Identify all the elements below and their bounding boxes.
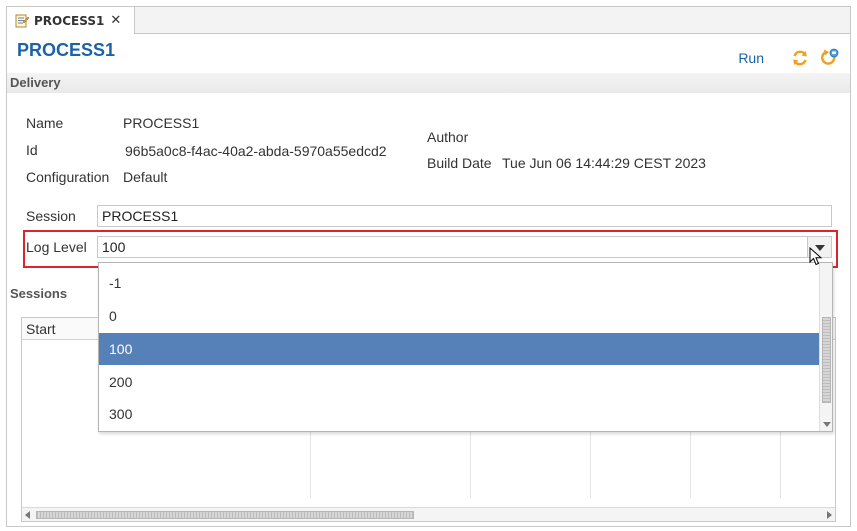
delivery-section-header: Delivery	[7, 73, 850, 93]
tab-close-icon[interactable]: ✕	[110, 13, 121, 28]
run-button[interactable]: Run	[738, 50, 764, 66]
id-value: 96b5a0c8-f4ac-40a2-abda-5970a55edcd2	[125, 143, 387, 159]
dropdown-option[interactable]: 0	[99, 300, 820, 332]
tab-strip: PROCESS1 ✕	[7, 7, 850, 34]
session-field[interactable]: PROCESS1	[97, 205, 832, 227]
tab-process1[interactable]: PROCESS1 ✕	[7, 7, 135, 34]
toolbar: Run	[738, 48, 840, 68]
page-title: PROCESS1	[17, 40, 116, 60]
column-header-start[interactable]: Start	[22, 318, 56, 340]
author-label: Author	[427, 129, 469, 145]
dropdown-option[interactable]: 300	[99, 398, 820, 430]
vertical-scrollbar[interactable]	[819, 263, 832, 431]
name-value: PROCESS1	[123, 115, 200, 131]
log-level-label: Log Level	[26, 239, 87, 255]
log-level-select[interactable]: 100	[97, 236, 832, 258]
editor-frame: PROCESS1 ✕ PROCESS1 Run Delivery Name PR…	[6, 6, 851, 527]
scrollbar-thumb[interactable]	[822, 317, 831, 403]
process-document-icon	[15, 14, 29, 27]
refresh-icon[interactable]	[790, 48, 810, 68]
horizontal-scrollbar[interactable]	[22, 507, 835, 521]
configuration-value: Default	[123, 169, 168, 185]
scroll-down-icon[interactable]	[823, 422, 831, 427]
build-date-label: Build Date	[427, 155, 492, 171]
log-level-dropdown-list: -1 0 100 200 300	[98, 262, 833, 432]
name-label: Name	[26, 115, 64, 131]
scroll-left-icon[interactable]	[25, 511, 30, 519]
configuration-label: Configuration	[26, 169, 110, 185]
log-level-value: 100	[102, 239, 126, 255]
dropdown-option[interactable]: 200	[99, 366, 820, 398]
dropdown-option-selected[interactable]: 100	[99, 333, 820, 365]
scroll-right-icon[interactable]	[827, 511, 832, 519]
session-label: Session	[26, 208, 76, 224]
id-label: Id	[26, 142, 38, 158]
session-icon[interactable]	[820, 48, 840, 68]
build-date-value: Tue Jun 06 14:44:29 CEST 2023	[502, 155, 706, 171]
scrollbar-thumb[interactable]	[36, 511, 414, 519]
dropdown-option[interactable]: -1	[99, 267, 820, 299]
tab-label: PROCESS1	[34, 13, 105, 28]
mouse-pointer-icon	[809, 247, 823, 266]
